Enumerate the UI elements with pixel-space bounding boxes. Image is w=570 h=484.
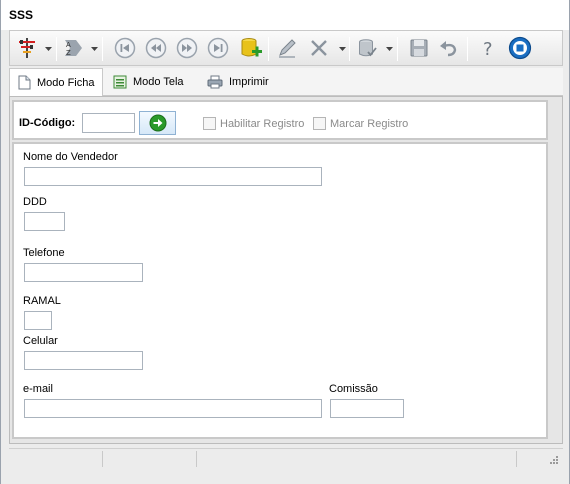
checkbox-box bbox=[313, 117, 326, 130]
window-title: SSS bbox=[9, 8, 34, 22]
toolbar-separator bbox=[349, 37, 350, 61]
chevron-down-icon[interactable] bbox=[91, 45, 98, 52]
email-label: e-mail bbox=[23, 383, 53, 395]
nome-vendedor-input[interactable] bbox=[24, 167, 322, 186]
checkbox-box bbox=[203, 117, 216, 130]
app-window: SSS A Z ? Modo Ficha Modo Tela Imprimir … bbox=[0, 0, 570, 484]
checkbox-label: Marcar Registro bbox=[330, 117, 409, 130]
status-cell bbox=[103, 451, 197, 467]
tab-label: Modo Ficha bbox=[37, 76, 95, 89]
title-bar: SSS bbox=[1, 0, 569, 30]
marcar-registro-checkbox[interactable]: Marcar Registro bbox=[313, 117, 408, 130]
comissao-input[interactable] bbox=[330, 399, 404, 418]
habilitar-registro-checkbox[interactable]: Habilitar Registro bbox=[203, 117, 304, 130]
last-record-icon[interactable] bbox=[205, 35, 231, 61]
edit-icon[interactable] bbox=[274, 35, 300, 61]
stop-icon[interactable] bbox=[507, 35, 533, 61]
arrow-right-icon bbox=[149, 114, 166, 132]
tab-label: Imprimir bbox=[229, 76, 269, 88]
ramal-input[interactable] bbox=[24, 311, 52, 330]
status-cell bbox=[197, 451, 517, 467]
previous-record-icon[interactable] bbox=[143, 35, 169, 61]
list-icon bbox=[113, 75, 127, 89]
telefone-label: Telefone bbox=[23, 247, 65, 259]
toolbar-separator bbox=[397, 37, 398, 61]
comissao-label: Comissão bbox=[329, 383, 378, 395]
celular-input[interactable] bbox=[24, 351, 143, 370]
form-panel bbox=[12, 142, 548, 439]
tab-modo-tela[interactable]: Modo Tela bbox=[113, 68, 184, 96]
telefone-input[interactable] bbox=[24, 263, 143, 282]
chevron-down-icon[interactable] bbox=[339, 45, 346, 52]
ddd-input[interactable] bbox=[24, 212, 65, 231]
checkbox-label: Habilitar Registro bbox=[220, 117, 305, 130]
id-codigo-label: ID-Código: bbox=[19, 117, 76, 129]
ddd-label: DDD bbox=[23, 196, 47, 208]
tab-label: Modo Tela bbox=[133, 76, 184, 88]
add-record-icon[interactable] bbox=[238, 35, 264, 61]
ramal-label: RAMAL bbox=[23, 295, 61, 307]
chevron-down-icon[interactable] bbox=[45, 45, 52, 52]
resize-grip-icon[interactable] bbox=[549, 455, 559, 465]
id-codigo-input[interactable] bbox=[82, 113, 135, 133]
save-icon[interactable] bbox=[406, 35, 432, 61]
status-bar bbox=[9, 448, 563, 468]
delete-icon[interactable] bbox=[306, 35, 332, 61]
status-cell bbox=[9, 451, 103, 467]
filter-icon[interactable] bbox=[14, 35, 40, 61]
celular-label: Celular bbox=[23, 335, 58, 347]
tab-modo-ficha[interactable]: Modo Ficha bbox=[9, 68, 104, 97]
next-record-icon[interactable] bbox=[174, 35, 200, 61]
tab-imprimir[interactable]: Imprimir bbox=[207, 68, 269, 96]
document-icon bbox=[18, 75, 31, 90]
toolbar-separator bbox=[268, 37, 269, 61]
svg-text:Z: Z bbox=[66, 49, 71, 57]
first-record-icon[interactable] bbox=[112, 35, 138, 61]
tab-bar: Modo Ficha Modo Tela Imprimir bbox=[9, 68, 563, 97]
nome-vendedor-label: Nome do Vendedor bbox=[23, 151, 118, 163]
database-icon[interactable] bbox=[354, 35, 380, 61]
toolbar-separator bbox=[467, 37, 468, 61]
email-input[interactable] bbox=[24, 399, 322, 418]
toolbar-separator bbox=[102, 37, 103, 61]
undo-icon[interactable] bbox=[436, 35, 462, 61]
toolbar-separator bbox=[56, 37, 57, 61]
help-icon[interactable]: ? bbox=[476, 35, 502, 61]
chevron-down-icon[interactable] bbox=[386, 45, 393, 52]
svg-text:A: A bbox=[66, 41, 71, 49]
go-button[interactable] bbox=[139, 111, 176, 135]
sort-az-icon[interactable]: A Z bbox=[60, 35, 86, 61]
printer-icon bbox=[207, 75, 223, 89]
svg-text:?: ? bbox=[483, 39, 493, 59]
toolbar: A Z ? bbox=[9, 30, 563, 66]
